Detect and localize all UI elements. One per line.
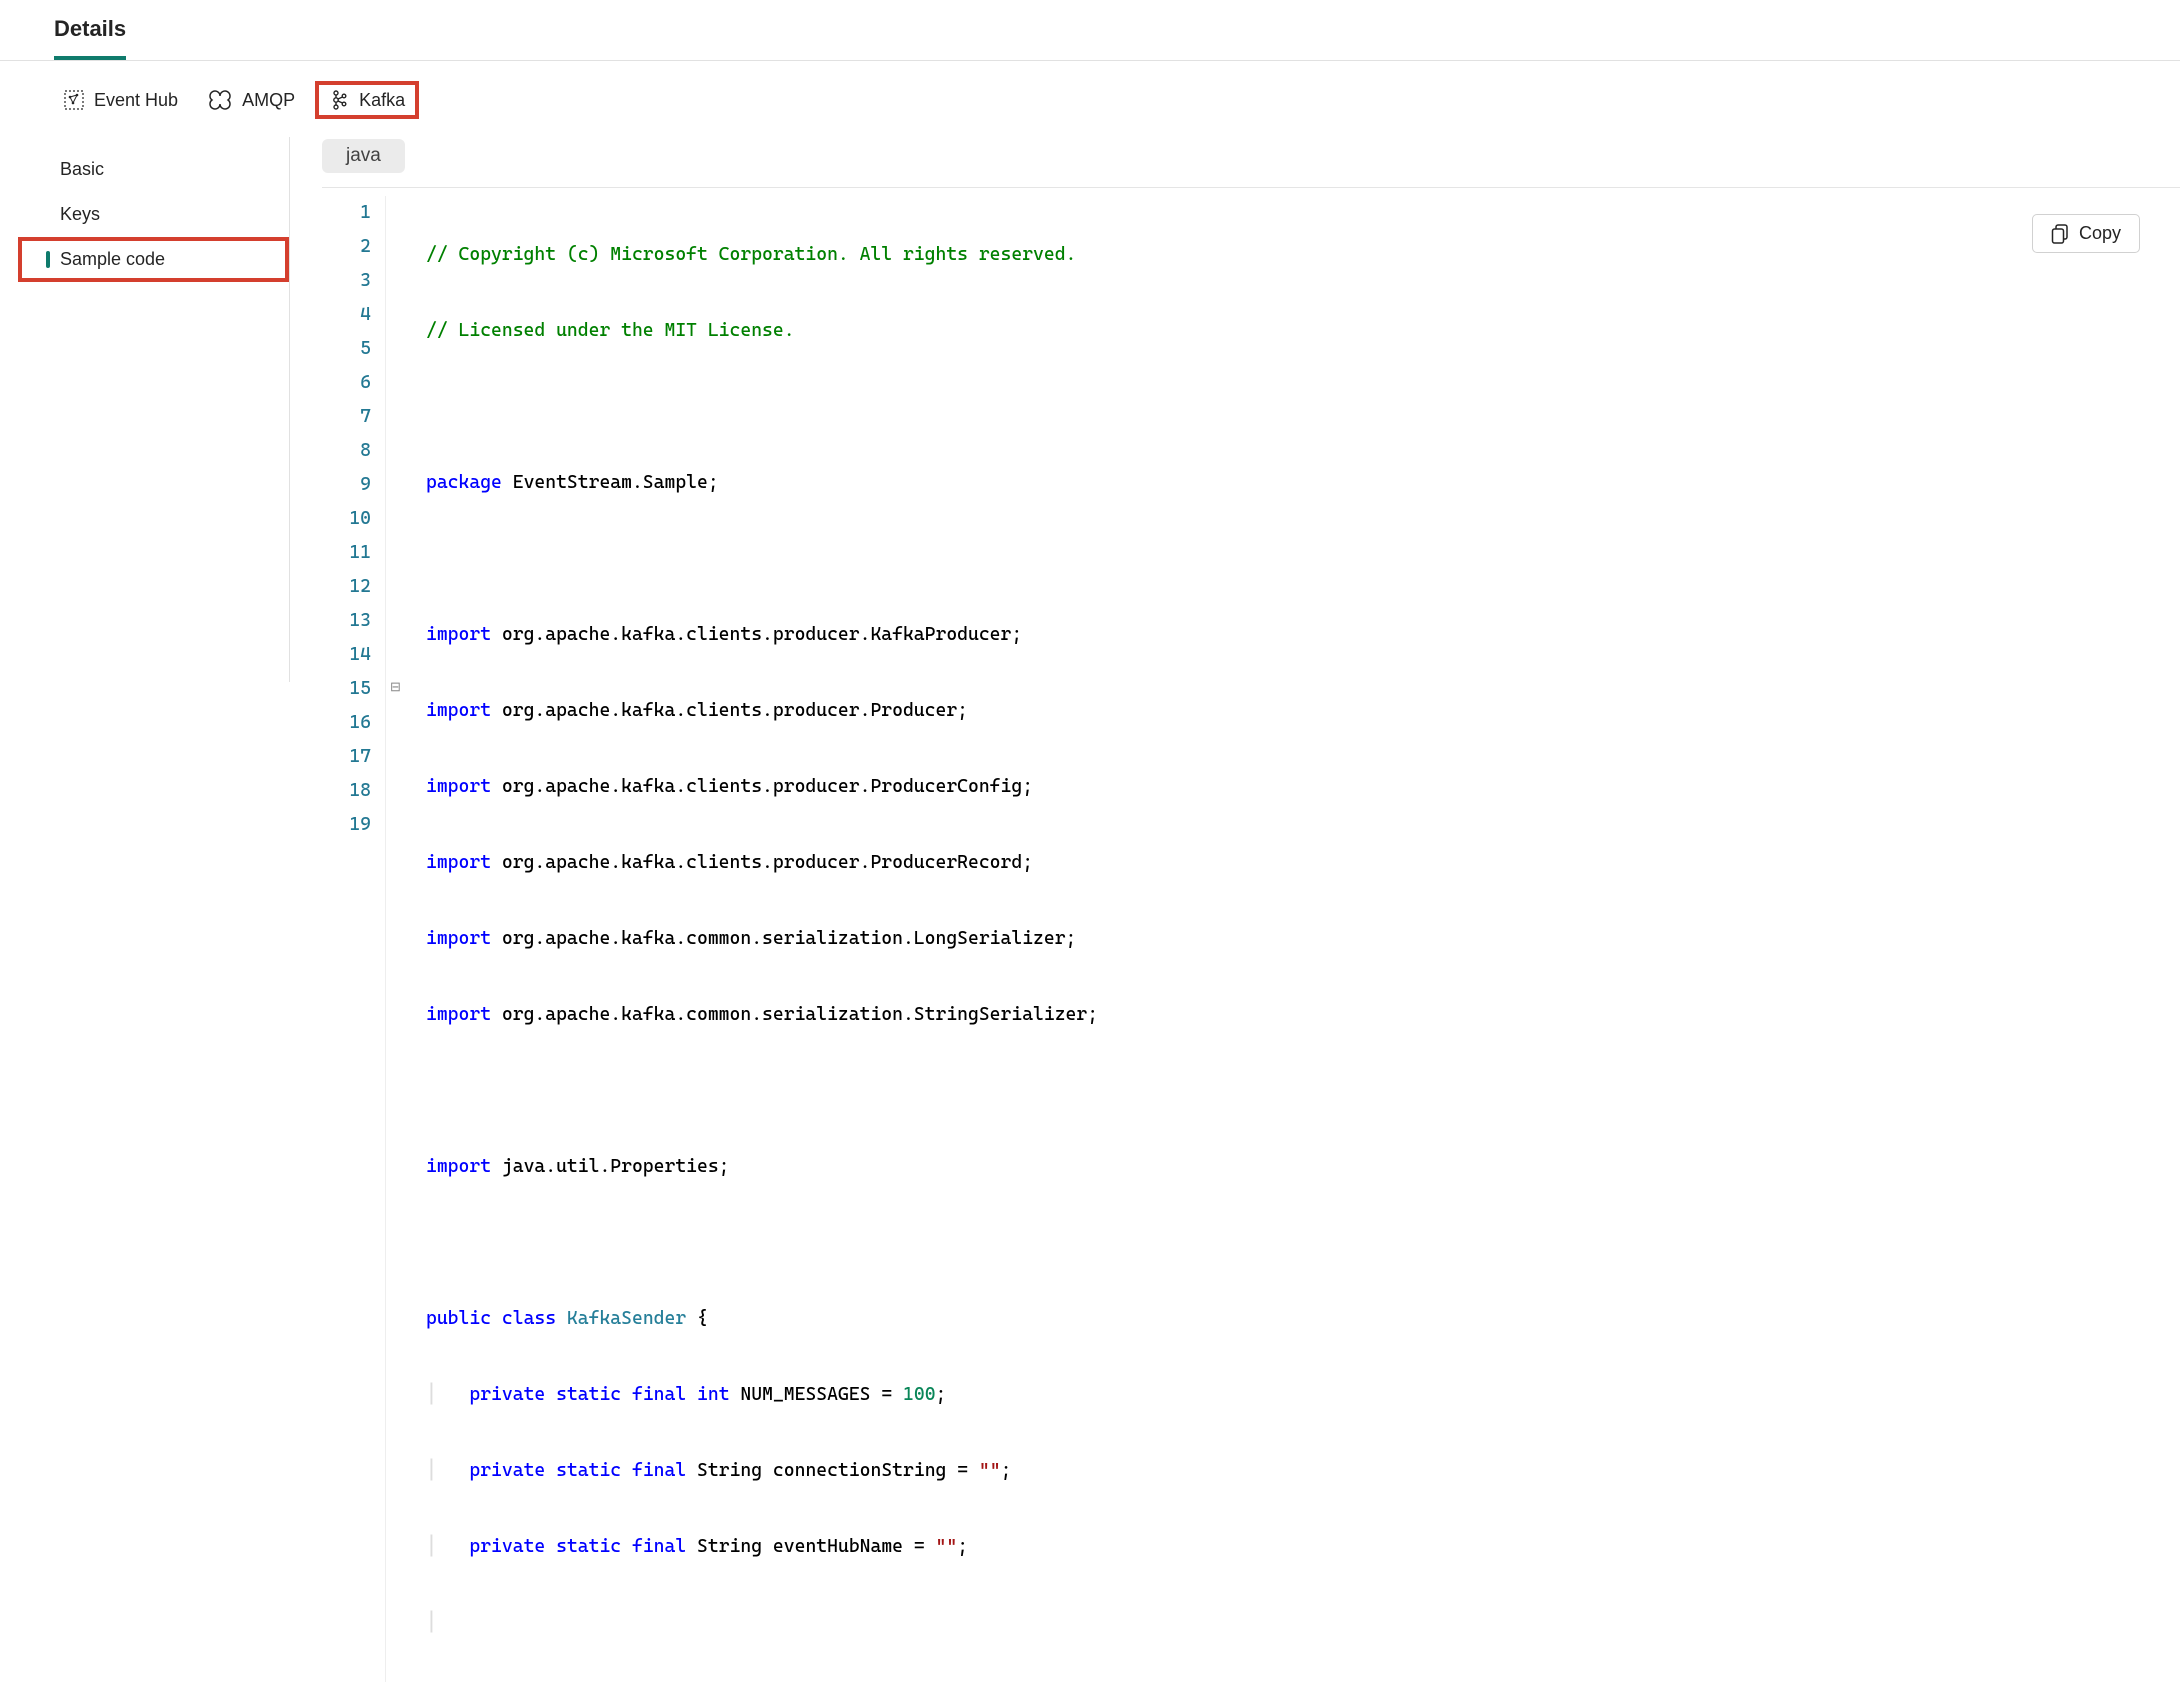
proto-tab-label: Event Hub: [94, 90, 178, 111]
proto-tab-label: AMQP: [242, 90, 295, 111]
code-editor: Copy 1 2 3 4 5 6 7 8 9 10 11 12 13 1: [322, 187, 2180, 1682]
language-pill[interactable]: java: [322, 139, 405, 173]
line-gutter: 1 2 3 4 5 6 7 8 9 10 11 12 13 14 15 16 1: [322, 196, 386, 1682]
sidebar: Basic Keys Sample code: [18, 137, 290, 682]
fold-icon[interactable]: ⊟: [390, 680, 401, 695]
fold-gutter: ⊟: [386, 196, 408, 1682]
sidebar-item-keys[interactable]: Keys: [18, 192, 289, 237]
copy-label: Copy: [2079, 223, 2121, 244]
sidebar-item-basic[interactable]: Basic: [18, 147, 289, 192]
link-icon: [208, 90, 232, 110]
proto-tab-kafka[interactable]: Kafka: [315, 81, 419, 119]
sidebar-item-sample-code[interactable]: Sample code: [18, 237, 289, 282]
code-content[interactable]: // Copyright (c) Microsoft Corporation. …: [408, 196, 1098, 1682]
copy-icon: [2051, 224, 2069, 244]
proto-tab-eventhub[interactable]: Event Hub: [54, 84, 188, 117]
kafka-icon: [329, 89, 349, 111]
proto-tab-label: Kafka: [359, 90, 405, 111]
graph-icon: [64, 90, 84, 110]
copy-button[interactable]: Copy: [2032, 214, 2140, 253]
tab-details[interactable]: Details: [54, 16, 126, 60]
proto-tab-amqp[interactable]: AMQP: [198, 84, 305, 117]
